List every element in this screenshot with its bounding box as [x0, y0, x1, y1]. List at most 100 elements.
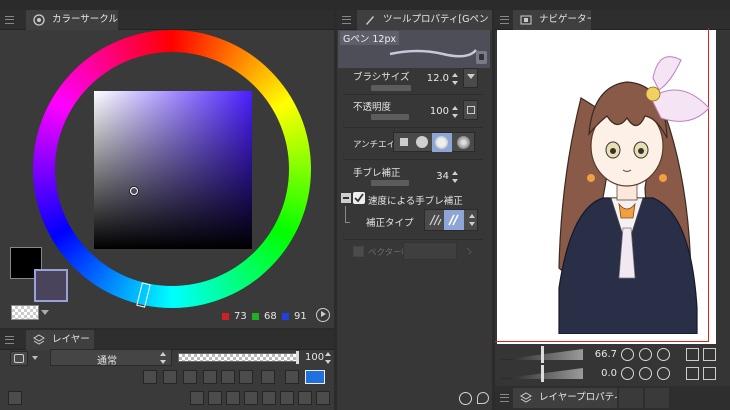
divider: [343, 239, 483, 240]
divider: [343, 159, 483, 160]
antialias-medium-option[interactable]: [432, 133, 452, 152]
opacity-spin[interactable]: [451, 105, 459, 119]
panel-menu-icon[interactable]: [500, 16, 509, 24]
flip-horizontal-icon[interactable]: [686, 367, 699, 380]
apply-mask-icon[interactable]: [298, 391, 312, 405]
layer-color-icon[interactable]: [305, 370, 325, 384]
navigator-panel: ナビゲーター 66.7 0.0: [495, 10, 730, 386]
mask-range-icon[interactable]: [261, 370, 275, 384]
tab-extra-1[interactable]: [619, 388, 643, 408]
panel-menu-icon[interactable]: [5, 16, 14, 24]
zoom-out-icon[interactable]: [621, 348, 634, 361]
canvas-illustration: [558, 56, 710, 334]
blend-mode-value: 通常: [97, 356, 117, 367]
wrench-settings-icon[interactable]: [477, 392, 489, 404]
tab-layer-label: レイヤー: [52, 334, 90, 345]
green-dot: [252, 313, 259, 320]
layer-property-toggle[interactable]: [10, 351, 28, 366]
sub-color-swatch[interactable]: [34, 269, 68, 302]
antialias-weak-option[interactable]: [414, 135, 430, 150]
antialias-strong-option[interactable]: [456, 135, 472, 150]
brush-preset-preview[interactable]: Gペン 12px: [338, 30, 490, 68]
speed-stabilization-label: 速度による手ブレ補正: [368, 196, 463, 207]
tab-tool-property[interactable]: ツールプロパティ[Gペン: [357, 10, 492, 30]
layer-opacity-spin-icon[interactable]: [324, 351, 332, 365]
divider: [343, 94, 483, 95]
tab-navigator[interactable]: ナビゲーター: [513, 10, 591, 30]
layer-opacity-slider[interactable]: [178, 353, 298, 362]
opacity-pressure-button[interactable]: [463, 100, 478, 120]
navigator-preview[interactable]: [495, 28, 716, 344]
opacity-slider[interactable]: [371, 114, 409, 120]
stabilization-label: 手ブレ補正: [353, 168, 401, 179]
stabilization-slider[interactable]: [371, 180, 409, 186]
reset-rotation-icon[interactable]: [657, 367, 670, 380]
rotate-right-icon[interactable]: [639, 367, 652, 380]
correction-type-spin[interactable]: [468, 213, 476, 227]
stabilization-spin[interactable]: [451, 170, 459, 184]
transparent-color-swatch[interactable]: [11, 305, 39, 320]
zoom-in-icon[interactable]: [639, 348, 652, 361]
swatch-menu-icon[interactable]: [41, 310, 49, 315]
brush-size-label: ブラシサイズ: [353, 72, 410, 83]
fit-window-icon[interactable]: [703, 348, 716, 361]
layer-panel: レイヤー 通常 100: [0, 330, 334, 410]
brush-size-slider[interactable]: [371, 85, 411, 91]
correction-type-a-option[interactable]: [426, 211, 444, 229]
correction-type-b-option[interactable]: [444, 210, 464, 230]
opacity-value: 100: [429, 106, 449, 117]
layer-tabbar: レイヤー: [0, 330, 334, 350]
panel-menu-icon[interactable]: [5, 336, 14, 344]
panel-menu-icon[interactable]: [500, 394, 509, 402]
brush-size-spin[interactable]: [451, 72, 459, 86]
fit-screen-icon[interactable]: [657, 348, 670, 361]
lock-layer-icon[interactable]: [221, 370, 235, 384]
reference-layer-icon[interactable]: [163, 370, 177, 384]
delete-layer-icon[interactable]: [316, 391, 330, 405]
tab-color-circle[interactable]: カラーサークル: [26, 10, 118, 30]
stabilization-value: 34: [436, 171, 449, 182]
sv-cursor[interactable]: [130, 187, 138, 195]
color-options-icon[interactable]: [316, 308, 330, 322]
reset-brush-icon[interactable]: [459, 392, 472, 405]
new-folder-icon[interactable]: [226, 391, 240, 405]
new-vector-layer-icon[interactable]: [208, 391, 222, 405]
saturation-value-square[interactable]: [94, 91, 252, 249]
rotate-slider-handle[interactable]: [541, 365, 544, 382]
new-raster-layer-icon[interactable]: [190, 391, 204, 405]
blend-mode-select[interactable]: 通常: [50, 349, 172, 367]
tab-navigator-label: ナビゲーター: [539, 14, 591, 25]
zoom-slider-handle[interactable]: [541, 346, 544, 363]
antialias-none-option[interactable]: [396, 135, 412, 150]
vector-snap-options[interactable]: [403, 242, 457, 260]
brush-size-pressure-button[interactable]: [463, 68, 478, 88]
vector-snap-arrow-icon[interactable]: [464, 247, 472, 255]
layer-opacity-handle[interactable]: [296, 351, 299, 364]
layer-mask-icon[interactable]: [280, 391, 294, 405]
clip-layer-icon[interactable]: [143, 370, 157, 384]
tab-layer-property[interactable]: レイヤープロパティ: [513, 388, 617, 408]
layer-icon-row-2: [8, 391, 333, 407]
zoom-to-100-icon[interactable]: [686, 348, 699, 361]
layer-toggle-chevron[interactable]: [32, 356, 38, 360]
divider: [343, 127, 483, 128]
mask-enable-icon[interactable]: [239, 370, 253, 384]
combine-layer-icon[interactable]: [262, 391, 276, 405]
tab-extra-2[interactable]: [645, 388, 669, 408]
vector-snap-checkbox[interactable]: [353, 246, 364, 257]
panel-menu-icon[interactable]: [342, 16, 351, 24]
check-icon: [354, 193, 364, 203]
layer-panel-menu-icon[interactable]: [8, 391, 22, 405]
tab-layer[interactable]: レイヤー: [26, 330, 94, 350]
ruler-range-icon[interactable]: [285, 370, 299, 384]
preset-lock-icon[interactable]: [476, 51, 487, 64]
rotate-left-icon[interactable]: [621, 367, 634, 380]
lock-transparent-icon[interactable]: [203, 370, 217, 384]
speed-stabilization-checkbox[interactable]: [353, 192, 365, 204]
flip-vertical-icon[interactable]: [703, 367, 716, 380]
transfer-layer-icon[interactable]: [244, 391, 258, 405]
pen-tool-icon: [366, 16, 374, 25]
layer-property-icon: [520, 392, 532, 403]
collapse-group-toggle[interactable]: [341, 193, 351, 203]
draft-layer-icon[interactable]: [183, 370, 197, 384]
